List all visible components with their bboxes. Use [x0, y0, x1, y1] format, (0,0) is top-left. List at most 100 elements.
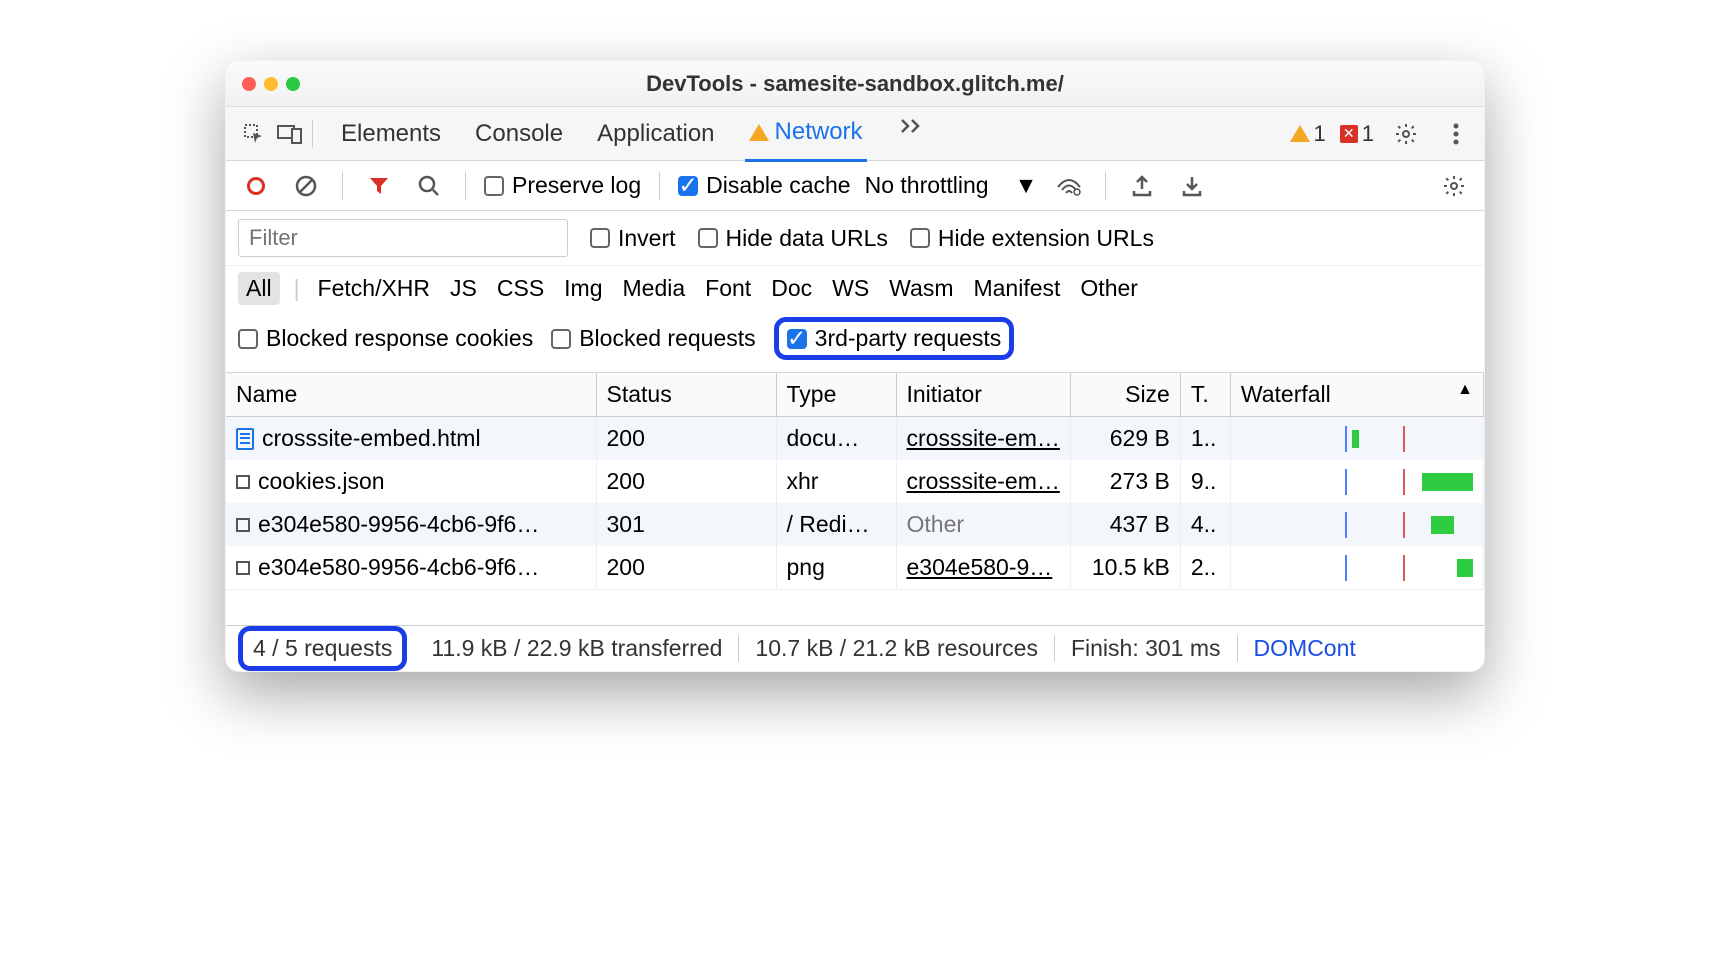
status-cell: 200	[596, 546, 776, 589]
warning-icon	[1290, 125, 1310, 142]
table-row[interactable]: e304e580-9956-4cb6-9f6…200pnge304e580-9……	[226, 546, 1484, 589]
inspect-icon[interactable]	[236, 116, 272, 152]
initiator-link[interactable]: e304e580-9…	[907, 554, 1053, 580]
warning-badge[interactable]: 1	[1290, 121, 1326, 147]
size-cell: 10.5 kB	[1070, 546, 1180, 589]
device-toggle-icon[interactable]	[272, 116, 308, 152]
third-party-checkbox[interactable]: ✓3rd-party requests	[787, 325, 1002, 352]
tab-network-label: Network	[775, 118, 863, 146]
chip-font[interactable]: Font	[701, 272, 755, 305]
more-tabs-icon[interactable]	[893, 108, 929, 144]
filter-input[interactable]	[238, 219, 568, 257]
chip-ws[interactable]: WS	[828, 272, 873, 305]
status-cell: 200	[596, 417, 776, 461]
chip-doc[interactable]: Doc	[767, 272, 816, 305]
hide-data-urls-checkbox[interactable]: Hide data URLs	[698, 225, 888, 252]
initiator-cell: Other	[896, 503, 1070, 546]
file-icon	[236, 518, 250, 532]
warning-icon	[749, 124, 769, 141]
waterfall-cell	[1241, 426, 1473, 452]
filter-row: Invert Hide data URLs Hide extension URL…	[226, 211, 1484, 266]
hide-extension-urls-checkbox[interactable]: Hide extension URLs	[910, 225, 1154, 252]
request-name: crosssite-embed.html	[262, 425, 481, 452]
panel-tabs: Elements Console Application Network	[337, 108, 929, 159]
export-har-icon[interactable]	[1124, 168, 1160, 204]
initiator-text: Other	[907, 511, 965, 537]
chip-css[interactable]: CSS	[493, 272, 548, 305]
status-cell: 200	[596, 460, 776, 503]
error-icon: ✕	[1340, 125, 1358, 143]
tab-elements[interactable]: Elements	[337, 108, 445, 159]
type-filter-row: All| Fetch/XHR JS CSS Img Media Font Doc…	[226, 266, 1484, 311]
invert-checkbox[interactable]: Invert	[590, 225, 676, 252]
request-name: e304e580-9956-4cb6-9f6…	[258, 554, 539, 581]
chip-other[interactable]: Other	[1076, 272, 1142, 305]
chip-img[interactable]: Img	[560, 272, 606, 305]
type-cell: docu…	[776, 417, 896, 461]
preserve-log-checkbox[interactable]: Preserve log	[484, 172, 641, 199]
network-conditions-icon[interactable]	[1051, 168, 1087, 204]
tab-application[interactable]: Application	[593, 108, 718, 159]
divider	[659, 172, 660, 200]
divider	[1105, 172, 1106, 200]
table-row[interactable]: cookies.json200xhrcrosssite-em…273 B9..	[226, 460, 1484, 503]
settings-icon[interactable]	[1388, 116, 1424, 152]
chip-wasm[interactable]: Wasm	[885, 272, 957, 305]
throttling-label: No throttling	[865, 172, 989, 199]
error-badge[interactable]: ✕1	[1340, 121, 1374, 147]
initiator-link[interactable]: crosssite-em…	[907, 425, 1060, 451]
requests-count: 4 / 5 requests	[253, 635, 392, 662]
network-settings-icon[interactable]	[1436, 168, 1472, 204]
invert-label: Invert	[618, 225, 676, 252]
chip-manifest[interactable]: Manifest	[969, 272, 1064, 305]
kebab-menu-icon[interactable]	[1438, 116, 1474, 152]
initiator-cell: crosssite-em…	[896, 460, 1070, 503]
time-cell: 2..	[1180, 546, 1230, 589]
network-toolbar: Preserve log ✓Disable cache No throttlin…	[226, 161, 1484, 211]
col-status[interactable]: Status	[596, 373, 776, 417]
blocked-cookies-label: Blocked response cookies	[266, 325, 533, 352]
col-initiator[interactable]: Initiator	[896, 373, 1070, 417]
devtools-window: DevTools - samesite-sandbox.glitch.me/ E…	[225, 60, 1485, 672]
col-time[interactable]: T.	[1180, 373, 1230, 417]
hide-data-label: Hide data URLs	[726, 225, 888, 252]
hide-ext-label: Hide extension URLs	[938, 225, 1154, 252]
blocked-requests-checkbox[interactable]: Blocked requests	[551, 325, 755, 352]
blocked-cookies-checkbox[interactable]: Blocked response cookies	[238, 325, 533, 352]
search-icon[interactable]	[411, 168, 447, 204]
warning-count: 1	[1314, 121, 1326, 147]
transferred-size: 11.9 kB / 22.9 kB transferred	[415, 635, 739, 662]
requests-count-highlight: 4 / 5 requests	[238, 626, 407, 671]
disable-cache-checkbox[interactable]: ✓Disable cache	[678, 172, 850, 199]
request-name: e304e580-9956-4cb6-9f6…	[258, 511, 539, 538]
filter-icon[interactable]	[361, 168, 397, 204]
tab-console[interactable]: Console	[471, 108, 567, 159]
chip-fetch-xhr[interactable]: Fetch/XHR	[314, 272, 434, 305]
table-row[interactable]: crosssite-embed.html 200docu… crosssite-em…	[226, 417, 1484, 461]
throttling-select[interactable]: No throttling▼	[865, 172, 1038, 199]
window-title: DevTools - samesite-sandbox.glitch.me/	[226, 71, 1484, 97]
preserve-log-label: Preserve log	[512, 172, 641, 199]
table-row[interactable]: e304e580-9956-4cb6-9f6…301/ Redi…Other43…	[226, 503, 1484, 546]
chip-js[interactable]: JS	[446, 272, 481, 305]
clear-button[interactable]	[288, 168, 324, 204]
chip-all[interactable]: All	[238, 272, 280, 305]
record-button[interactable]	[238, 168, 274, 204]
col-size[interactable]: Size	[1070, 373, 1180, 417]
disable-cache-label: Disable cache	[706, 172, 850, 199]
request-name: cookies.json	[258, 468, 385, 495]
col-waterfall[interactable]: Waterfall▲	[1230, 373, 1483, 417]
size-cell: 629 B	[1070, 417, 1180, 461]
waterfall-cell	[1241, 512, 1473, 538]
type-cell: xhr	[776, 460, 896, 503]
import-har-icon[interactable]	[1174, 168, 1210, 204]
finish-time: Finish: 301 ms	[1055, 635, 1238, 662]
issue-badges: 1 ✕1	[1290, 116, 1475, 152]
col-type[interactable]: Type	[776, 373, 896, 417]
table-empty-space	[226, 589, 1484, 625]
tab-network[interactable]: Network	[745, 108, 867, 162]
initiator-link[interactable]: crosssite-em…	[907, 468, 1060, 494]
col-name[interactable]: Name	[226, 373, 596, 417]
chip-media[interactable]: Media	[619, 272, 690, 305]
resources-size: 10.7 kB / 21.2 kB resources	[739, 635, 1055, 662]
